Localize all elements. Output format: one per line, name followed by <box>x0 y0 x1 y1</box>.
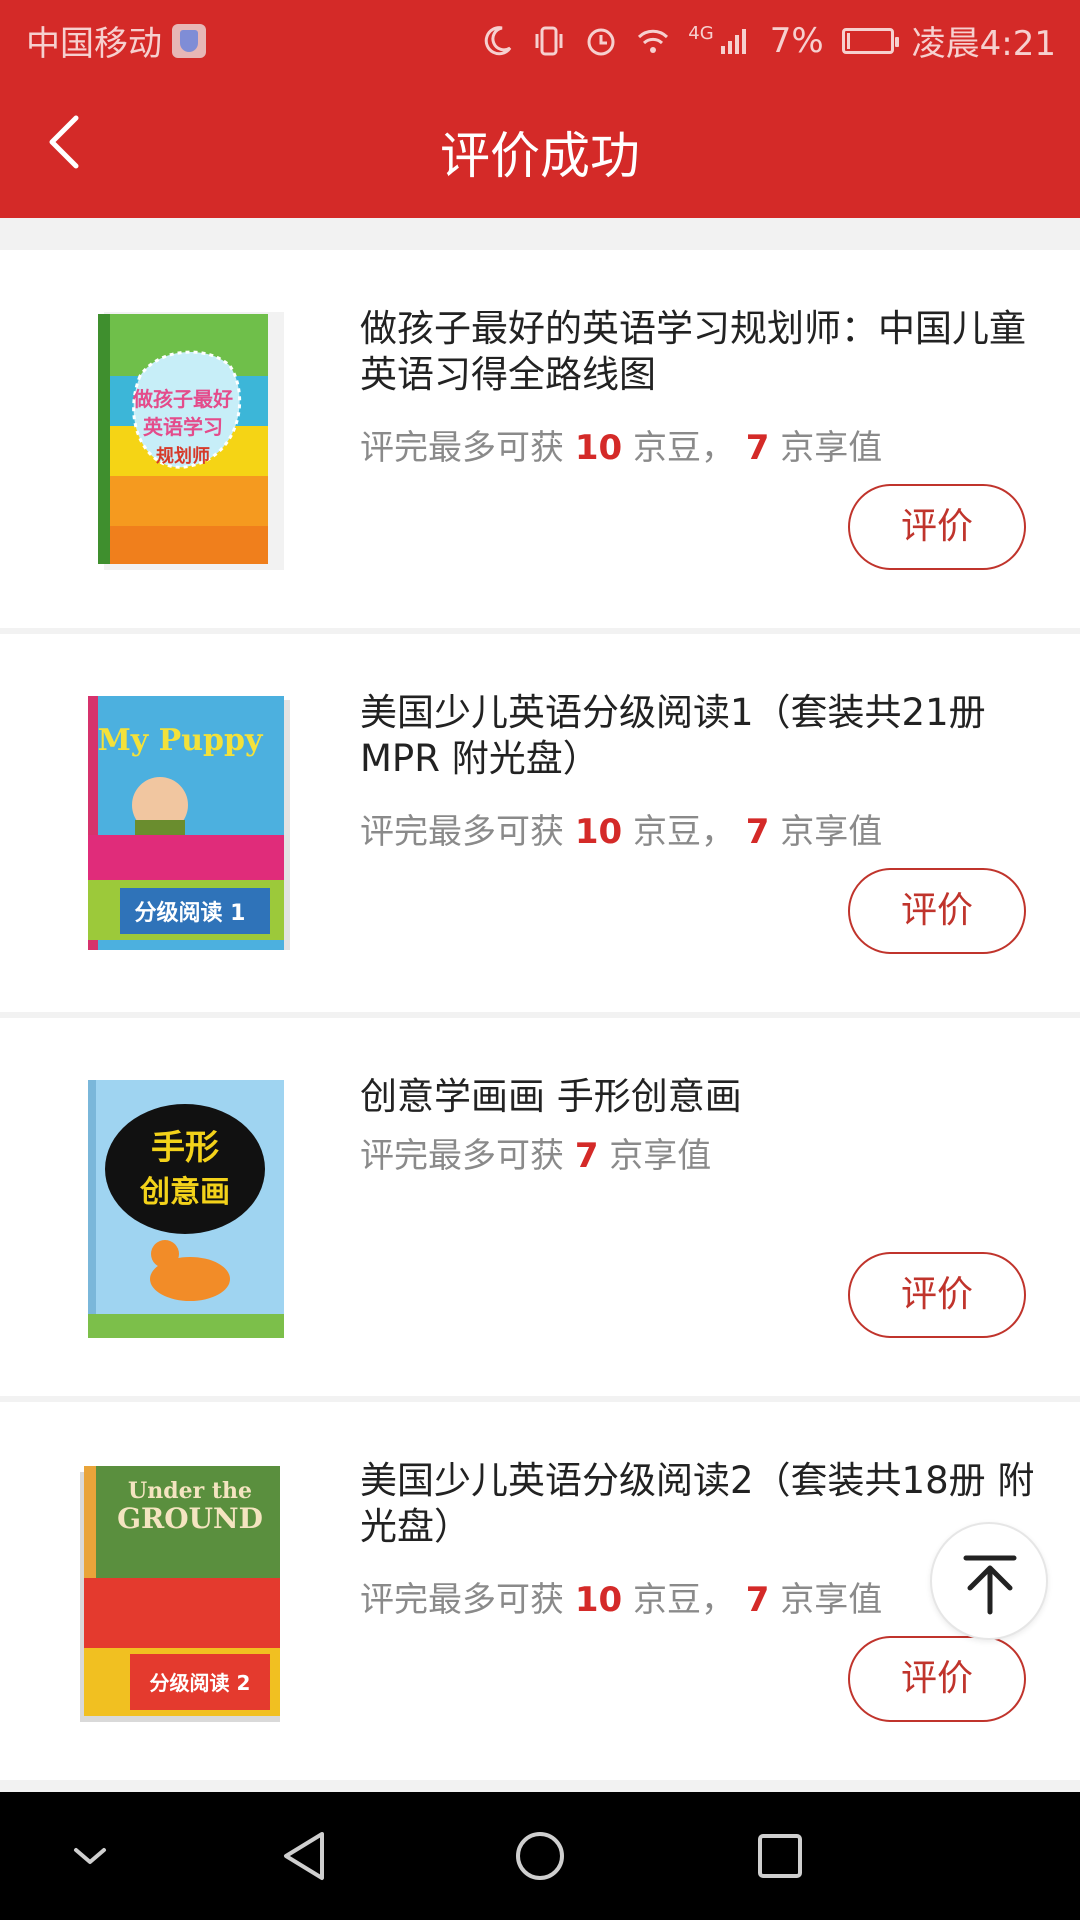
network-type: 4G <box>688 23 714 44</box>
battery-icon <box>841 27 899 54</box>
jxz-count: 7 <box>745 428 770 468</box>
product-title[interactable]: 创意学画画 手形创意画 <box>360 1074 1040 1120</box>
back-to-top-button[interactable] <box>930 1522 1048 1640</box>
home-circle-icon[interactable] <box>506 1822 574 1890</box>
svg-text:手形: 手形 <box>151 1128 219 1168</box>
jxz-count: 7 <box>745 1580 770 1620</box>
system-nav-bar <box>0 1792 1080 1920</box>
wifi-icon <box>638 29 669 53</box>
book-cover-image[interactable]: 手形 创意画 <box>80 1074 300 1344</box>
signal-icon <box>720 28 746 54</box>
svg-text:分级阅读 1: 分级阅读 1 <box>135 900 246 926</box>
rate-button[interactable]: 评价 <box>848 484 1026 570</box>
list-item: Under the GROUND 分级阅读 2 美国少儿英语分级阅读2（套装共1… <box>0 1402 1080 1780</box>
jingdou-count: 10 <box>574 428 623 468</box>
recents-square-icon[interactable] <box>746 1822 814 1890</box>
list-item: 做孩子最好 英语学习 规划师 做孩子最好的英语学习规划师：中国儿童英语习得全路线… <box>0 250 1080 628</box>
svg-text:创意画: 创意画 <box>139 1175 230 1210</box>
reward-text: 评完最多可获 10 京豆， 7 京享值 <box>360 428 883 468</box>
moon-icon <box>485 25 512 55</box>
book-cover-image[interactable]: My Puppy 分级阅读 1 <box>80 690 300 960</box>
svg-text:Under the: Under the <box>128 1478 252 1504</box>
rate-button[interactable]: 评价 <box>848 1636 1026 1722</box>
jxz-count: 7 <box>745 812 770 852</box>
product-title[interactable]: 做孩子最好的英语学习规划师：中国儿童英语习得全路线图 <box>360 306 1040 398</box>
reward-text: 评完最多可获 10 京豆， 7 京享值 <box>360 1580 883 1620</box>
back-triangle-icon[interactable] <box>272 1822 340 1890</box>
svg-text:做孩子最好: 做孩子最好 <box>132 387 233 411</box>
alarm-icon <box>587 28 615 55</box>
vibrate-icon <box>535 26 563 55</box>
jingdou-count: 10 <box>574 1580 623 1620</box>
chevron-down-icon[interactable] <box>62 1828 118 1884</box>
status-bar: 中国移动 4G 7% 凌晨4:21 <box>0 0 1080 76</box>
svg-text:规划师: 规划师 <box>156 445 210 467</box>
arrow-to-top-icon <box>963 1555 1017 1615</box>
book-cover-image[interactable]: 做孩子最好 英语学习 规划师 <box>80 306 300 576</box>
reward-text: 评完最多可获 10 京豆， 7 京享值 <box>360 812 883 852</box>
list-item: 手形 创意画 创意学画画 手形创意画 评完最多可获 7 京享值 评价 <box>0 1018 1080 1396</box>
nav-bar: 评价成功 <box>0 76 1080 218</box>
battery-percent: 7% <box>769 20 824 61</box>
svg-text:英语学习: 英语学习 <box>143 415 223 439</box>
list-item: My Puppy 分级阅读 1 美国少儿英语分级阅读1（套装共21册 MPR 附… <box>0 634 1080 1012</box>
carrier-shield-icon <box>172 23 206 58</box>
page-title: 评价成功 <box>440 127 640 185</box>
svg-text:My Puppy: My Puppy <box>98 723 264 758</box>
carrier-label: 中国移动 <box>26 24 162 64</box>
reward-text: 评完最多可获 7 京享值 <box>360 1136 712 1176</box>
rate-button[interactable]: 评价 <box>848 868 1026 954</box>
clock: 凌晨4:21 <box>911 24 1056 64</box>
rate-button[interactable]: 评价 <box>848 1252 1026 1338</box>
book-cover-image[interactable]: Under the GROUND 分级阅读 2 <box>80 1458 300 1728</box>
jxz-count: 7 <box>574 1136 599 1176</box>
product-title[interactable]: 美国少儿英语分级阅读1（套装共21册 MPR 附光盘） <box>360 690 1040 782</box>
jingdou-count: 10 <box>574 812 623 852</box>
app-header: 中国移动 4G 7% 凌晨4:21 评价成功 <box>0 0 1080 218</box>
svg-text:GROUND: GROUND <box>117 1502 263 1535</box>
svg-text:分级阅读 2: 分级阅读 2 <box>150 1671 251 1695</box>
